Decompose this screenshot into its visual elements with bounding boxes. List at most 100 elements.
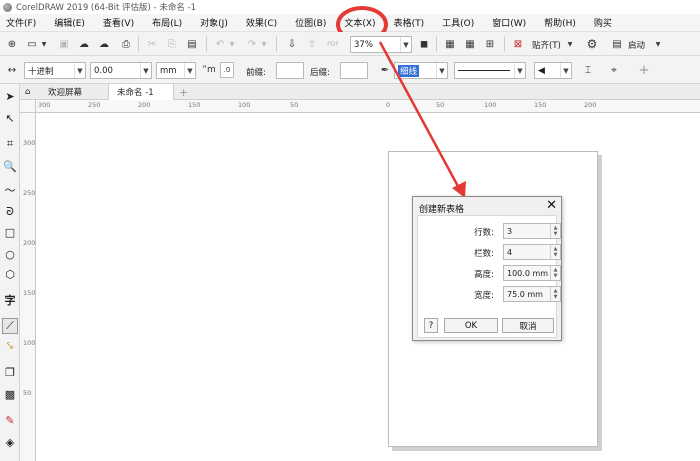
polygon-tool-icon[interactable]: ⬡ — [2, 266, 18, 282]
chevron-down-icon: ▼ — [74, 63, 85, 78]
horizontal-ruler[interactable]: 300 250 200 150 100 50 0 50 100 150 200 — [36, 100, 700, 113]
open-folder-icon[interactable]: ▭ — [24, 36, 40, 52]
menu-effects[interactable]: 效果(C) — [246, 16, 277, 29]
menu-object[interactable]: 对象(J) — [200, 16, 228, 29]
close-icon[interactable]: ✕ — [546, 198, 557, 213]
columns-input[interactable]: 4 ▲ ▼ — [503, 244, 561, 260]
crop-tool-icon[interactable]: ⌗ — [2, 136, 18, 152]
columns-value: 4 — [507, 247, 513, 257]
import-icon[interactable]: ⇩ — [284, 36, 300, 52]
launch-icon[interactable]: ▤ — [610, 36, 624, 52]
new-document-icon[interactable]: ⊕ — [4, 36, 20, 52]
dimension-unit-select[interactable]: mm ▼ — [156, 62, 196, 79]
publish-pdf-icon[interactable]: PDF — [324, 36, 342, 52]
paste-icon[interactable]: ▤ — [184, 36, 200, 52]
tab-welcome-screen[interactable]: 欢迎屏幕 — [40, 84, 114, 100]
spinner-arrows-icon[interactable]: ▲ ▼ — [550, 224, 560, 238]
suffix-input[interactable] — [340, 62, 368, 79]
redo-dropdown-icon[interactable]: ▼ — [260, 36, 268, 52]
menu-edit[interactable]: 编辑(E) — [54, 16, 85, 29]
cut-icon[interactable]: ✂ — [144, 36, 160, 52]
outline-width-select[interactable]: 细线 ▼ — [394, 62, 448, 79]
spinner-arrows-icon[interactable]: ▲ ▼ — [550, 287, 560, 301]
height-input[interactable]: 100.0 mm ▲ ▼ — [503, 265, 561, 281]
line-style-select[interactable]: ▼ — [454, 62, 526, 79]
show-grid-icon[interactable]: ▦ — [462, 36, 478, 52]
zoom-tool-icon[interactable]: 🔍 — [2, 158, 18, 174]
dimension-precision-value: 0.00 — [94, 65, 113, 76]
download-cloud-icon[interactable]: ☁ — [96, 36, 112, 52]
menu-layout[interactable]: 布局(L) — [152, 16, 182, 29]
menu-buy[interactable]: 购买 — [594, 16, 612, 29]
spinner-arrows-icon[interactable]: ▲ ▼ — [550, 266, 560, 280]
ok-button[interactable]: OK — [444, 318, 498, 333]
text-position-icon[interactable]: ⌶ — [580, 62, 596, 78]
transparency-tool-icon[interactable]: ▩ — [2, 386, 18, 402]
outline-width-value: 细线 — [398, 64, 420, 77]
menu-tools[interactable]: 工具(O) — [442, 16, 474, 29]
interactive-fill-tool-icon[interactable]: ◈ — [2, 434, 18, 450]
ruler-label: 50 — [290, 101, 299, 109]
menu-view[interactable]: 查看(V) — [103, 16, 134, 29]
rectangle-tool-icon[interactable]: □ — [2, 224, 18, 240]
dimension-precision-select[interactable]: 0.00 ▼ — [90, 62, 152, 79]
snap-to-button[interactable]: 贴齐(T) — [532, 39, 561, 51]
menu-window[interactable]: 窗口(W) — [492, 16, 526, 29]
snap-off-icon[interactable]: ⊠ — [510, 36, 526, 52]
show-units-icon[interactable]: ”m — [202, 62, 216, 78]
parallel-dimension-tool-icon[interactable]: ⟋ — [2, 318, 18, 334]
freehand-tool-icon[interactable]: 〜 — [2, 182, 18, 198]
arrowhead-select[interactable]: ◀ ▼ — [534, 62, 572, 79]
suffix-label: 后缀: — [310, 68, 330, 78]
upload-cloud-icon[interactable]: ☁ — [76, 36, 92, 52]
pick-tool-icon[interactable]: ➤ — [2, 88, 18, 104]
dimension-style-select[interactable]: 十进制 ▼ — [24, 62, 86, 79]
snap-dropdown-icon[interactable]: ▼ — [566, 36, 574, 52]
menu-file[interactable]: 文件(F) — [6, 16, 36, 29]
prefix-input[interactable] — [276, 62, 304, 79]
add-preset-icon[interactable]: + — [636, 62, 652, 78]
redo-icon[interactable]: ↷ — [244, 36, 260, 52]
options-gear-icon[interactable]: ⚙ — [584, 36, 600, 52]
show-guidelines-icon[interactable]: ⊞ — [482, 36, 498, 52]
dynamic-dimensioning-icon[interactable]: ⌖ — [606, 62, 622, 78]
vertical-ruler[interactable]: 300 250 200 150 100 50 — [20, 113, 36, 461]
launch-dropdown-icon[interactable]: ▼ — [654, 36, 662, 52]
shape-tool-icon[interactable]: ↖ — [2, 110, 18, 126]
copy-icon[interactable]: ⎘ — [164, 36, 180, 52]
save-icon[interactable]: ▣ — [56, 36, 72, 52]
menu-table[interactable]: 表格(T) — [394, 16, 425, 29]
width-value: 75.0 mm — [507, 289, 543, 299]
dimension-tool-icon[interactable]: ↔ — [4, 62, 20, 78]
eyedropper-tool-icon[interactable]: ✎ — [2, 412, 18, 428]
drop-shadow-tool-icon[interactable]: ❐ — [2, 364, 18, 380]
full-screen-icon[interactable]: ◼ — [416, 36, 432, 52]
width-input[interactable]: 75.0 mm ▲ ▼ — [503, 286, 561, 302]
undo-icon[interactable]: ↶ — [212, 36, 228, 52]
print-icon[interactable]: ⎙ — [118, 36, 134, 52]
tab-untitled-document[interactable]: 未命名 -1 — [108, 84, 174, 100]
show-rulers-icon[interactable]: ▦ — [442, 36, 458, 52]
home-icon[interactable]: ⌂ — [22, 84, 38, 100]
open-dropdown-icon[interactable]: ▼ — [40, 36, 48, 52]
connector-tool-icon[interactable]: ⤥ — [2, 338, 18, 354]
ruler-origin[interactable] — [20, 100, 36, 113]
menu-help[interactable]: 帮助(H) — [544, 16, 576, 29]
standard-toolbar: ⊕ ▭ ▼ ▣ ☁ ☁ ⎙ ✂ ⎘ ▤ ↶ ▼ ↷ ▼ ⇩ ⇧ PDF 37% … — [0, 32, 700, 56]
cancel-button[interactable]: 取消 — [502, 318, 554, 333]
menu-bitmaps[interactable]: 位图(B) — [295, 16, 326, 29]
text-tool-icon[interactable]: 字 — [2, 292, 18, 308]
zoom-level-select[interactable]: 37% ▼ — [350, 36, 412, 53]
spinner-arrows-icon[interactable]: ▲ ▼ — [550, 245, 560, 259]
rows-input[interactable]: 3 ▲ ▼ — [503, 223, 561, 239]
artistic-media-tool-icon[interactable]: ᘐ — [2, 204, 18, 220]
window-title: CorelDRAW 2019 (64-Bit 评估版) - 未命名 -1 — [16, 3, 197, 13]
undo-dropdown-icon[interactable]: ▼ — [228, 36, 236, 52]
help-button[interactable]: ? — [424, 318, 438, 333]
leading-zero-icon[interactable]: .0 — [220, 62, 234, 78]
launch-button[interactable]: 启动 — [628, 39, 645, 51]
add-document-icon[interactable]: + — [176, 84, 190, 100]
drawing-canvas[interactable] — [37, 114, 700, 461]
export-icon[interactable]: ⇧ — [304, 36, 320, 52]
ellipse-tool-icon[interactable]: ○ — [2, 246, 18, 262]
